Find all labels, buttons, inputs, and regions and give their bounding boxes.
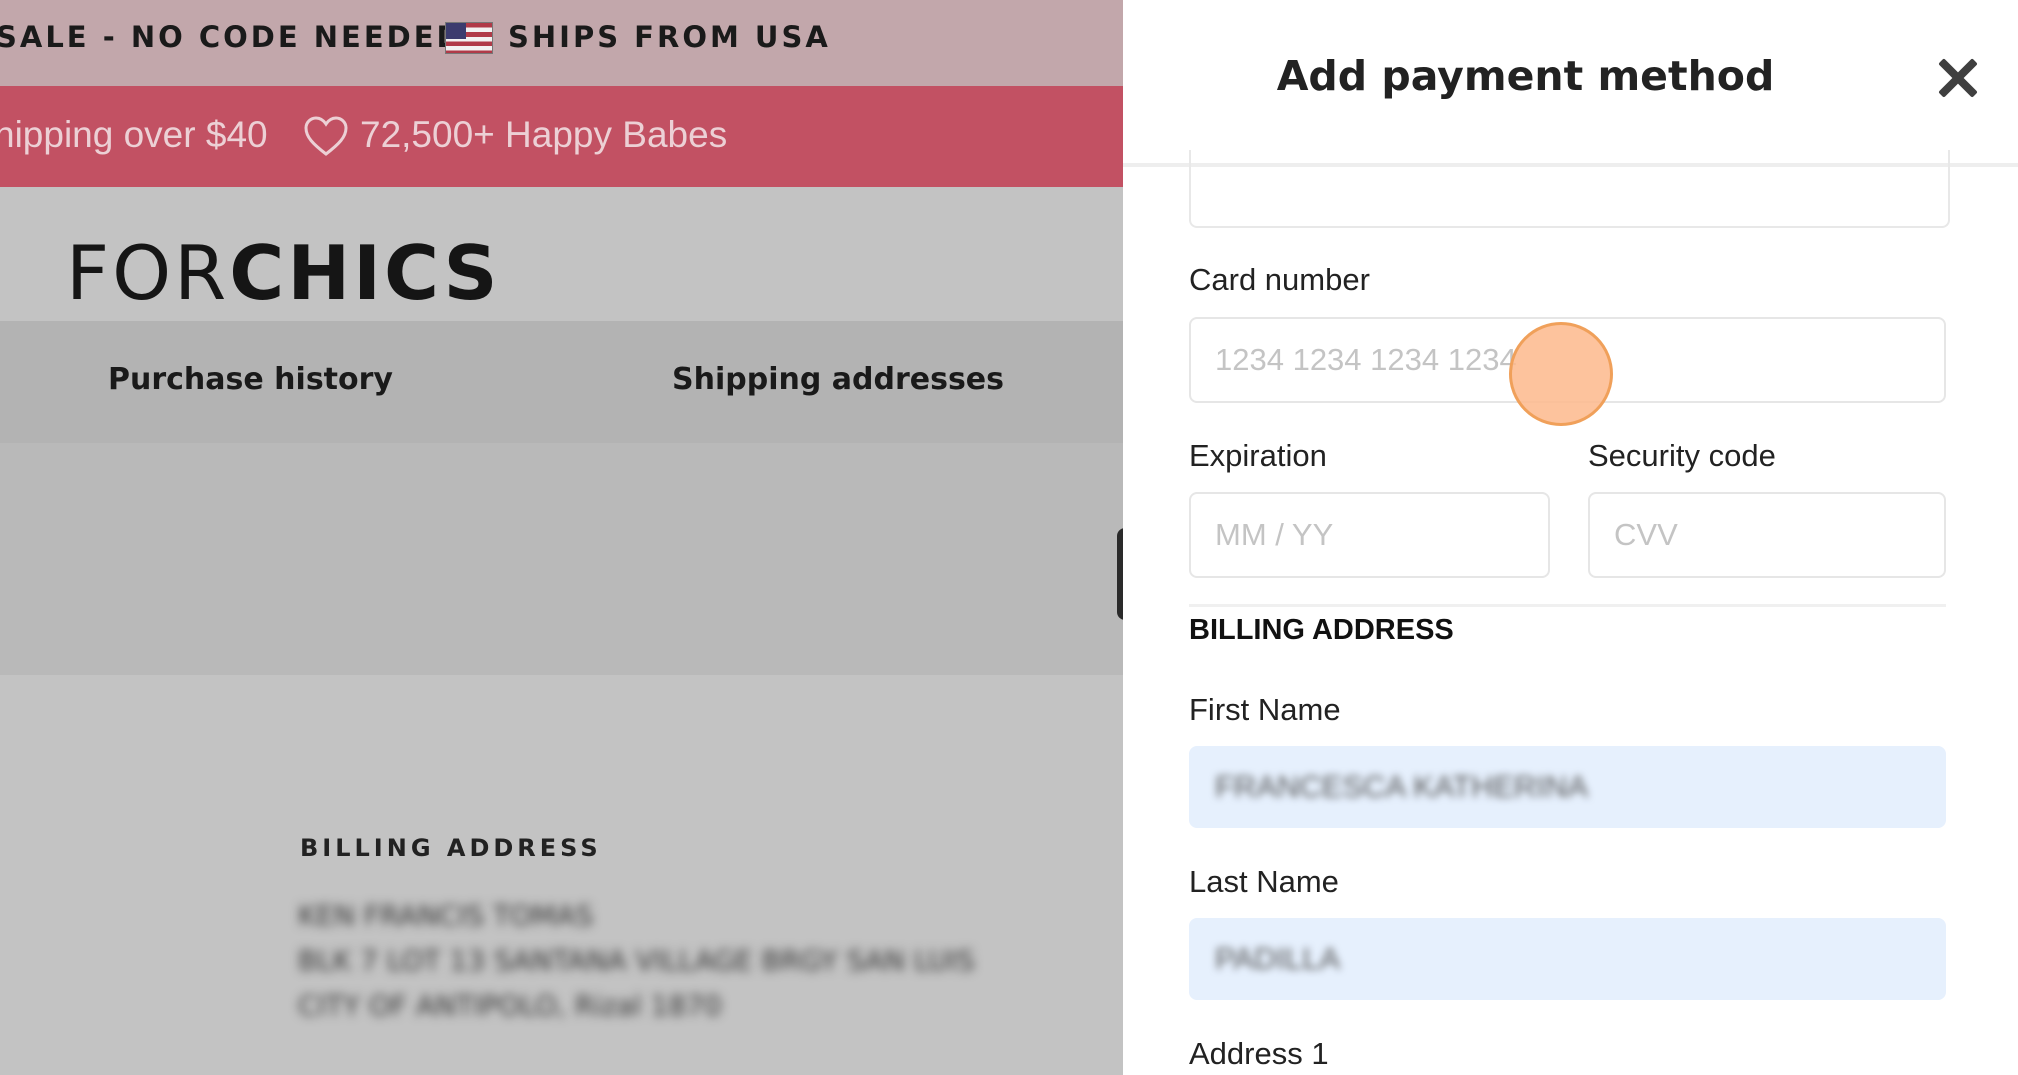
promo-ships-text: SHIPS FROM USA — [508, 20, 831, 54]
expiration-label: Expiration — [1189, 438, 1327, 473]
first-name-input[interactable]: FRANCESCA KATHERINA — [1189, 746, 1946, 828]
last-name-value: PADILLA — [1215, 941, 1341, 976]
panel-header: Add payment method — [1123, 0, 2018, 167]
previous-input-field[interactable] — [1189, 150, 1950, 228]
payment-method-panel: Add payment method Card number Expiratio… — [1123, 0, 2018, 1075]
content-band — [0, 443, 1123, 675]
brand-logo[interactable]: FORCHICS — [66, 236, 500, 311]
last-name-input[interactable]: PADILLA — [1189, 918, 1946, 1000]
billing-street-line: BLK 7 LOT 13 SANTANA VILLAGE BRGY SAN LU… — [298, 944, 975, 977]
card-number-input[interactable] — [1189, 317, 1946, 403]
security-code-label: Security code — [1588, 438, 1776, 473]
heart-outline-icon — [304, 116, 348, 156]
storefront-background: SALE - NO CODE NEEDED SHIPS FROM USA hip… — [0, 0, 1123, 1075]
us-flag-icon — [446, 23, 492, 53]
promo-sale-text: SALE - NO CODE NEEDED — [0, 20, 464, 54]
address1-label: Address 1 — [1189, 1036, 1329, 1071]
panel-title: Add payment method — [1276, 52, 1775, 100]
billing-name-line: KEN FRANCIS TOMAS — [298, 899, 594, 932]
free-shipping-text: hipping over $40 — [0, 114, 268, 155]
card-section-divider — [1189, 604, 1946, 607]
last-name-label: Last Name — [1189, 864, 1339, 899]
logo-light-part: FOR — [66, 229, 230, 317]
happy-babes-text: 72,500+ Happy Babes — [360, 114, 728, 155]
billing-city-line: CITY OF ANTIPOLO, Rizal 1870 — [298, 989, 722, 1022]
billing-section-title: BILLING ADDRESS — [1189, 614, 1454, 646]
shipping-addresses-link[interactable]: Shipping addresses — [672, 362, 1004, 397]
close-icon[interactable] — [1936, 56, 1980, 100]
logo-bold-part: CHICS — [229, 229, 501, 317]
purchase-history-link[interactable]: Purchase history — [108, 362, 393, 397]
first-name-value: FRANCESCA KATHERINA — [1215, 769, 1589, 804]
first-name-label: First Name — [1189, 692, 1341, 727]
expiration-input[interactable] — [1189, 492, 1550, 578]
security-code-input[interactable] — [1588, 492, 1946, 578]
billing-address-title: BILLING ADDRESS — [300, 834, 602, 862]
card-number-label: Card number — [1189, 262, 1370, 297]
